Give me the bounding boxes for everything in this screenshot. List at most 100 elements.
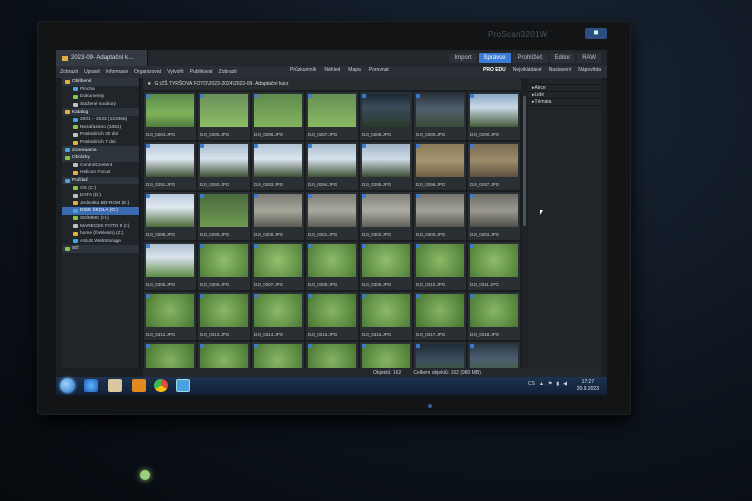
selection-checkbox[interactable] xyxy=(254,194,258,198)
flag-icon[interactable]: ⚑ xyxy=(548,381,552,387)
sidebar-item-zoneraama[interactable]: Zoneraama xyxy=(62,146,139,154)
panel-section-temata[interactable]: ▸ Témata xyxy=(528,99,601,106)
sidebar-item-stazene-soubory[interactable]: Stažené soubory xyxy=(62,101,139,109)
photo-thumbnail[interactable] xyxy=(470,294,518,327)
thumbnail-cell[interactable]: DJI_0297.JPG xyxy=(468,142,520,190)
photo-thumbnail[interactable] xyxy=(416,294,464,327)
selection-checkbox[interactable] xyxy=(416,294,420,298)
photo-thumbnail[interactable] xyxy=(470,194,518,227)
thumbnail-cell[interactable]: DJI_0317.JPG xyxy=(414,292,466,340)
selection-checkbox[interactable] xyxy=(308,244,312,248)
photo-thumbnail[interactable] xyxy=(146,194,194,227)
photo-thumbnail[interactable] xyxy=(308,94,356,127)
thumbnail-cell[interactable]: DJI_0292.JPG xyxy=(198,142,250,190)
app-tab[interactable]: 2023-09- Adaptační k… xyxy=(56,50,148,66)
thumbnail-cell[interactable]: DJI_0308.JPG xyxy=(306,242,358,290)
sidebar-item-helicon-focus[interactable]: Helicon Focus xyxy=(62,169,139,177)
sidebar-item-pocitac[interactable]: Počítač xyxy=(62,176,139,185)
thumbnail-cell[interactable]: DJI_0316.JPG xyxy=(360,292,412,340)
vertical-scrollbar[interactable] xyxy=(522,92,527,368)
internet-explorer-icon[interactable] xyxy=(84,379,98,392)
sidebar-item-poslednich-7-dni[interactable]: Posledních 7 dní xyxy=(62,139,139,147)
thumbnail-cell[interactable]: DJI_0304.JPG xyxy=(468,192,520,240)
menu-publikovat[interactable]: Publikovat xyxy=(190,69,213,75)
explorer-icon[interactable] xyxy=(108,379,122,392)
mode-prohlizec[interactable]: Prohlížeč xyxy=(512,53,548,63)
sidebar-item-sd-mmc-h[interactable]: SD/MMC (H:) xyxy=(62,215,139,223)
photo-thumbnail[interactable] xyxy=(254,244,302,277)
selection-checkbox[interactable] xyxy=(308,294,312,298)
sidebar-item-obrazky[interactable]: Obrázky xyxy=(62,153,139,162)
thumbnail-cell[interactable]: DJI_0301.JPG xyxy=(306,192,358,240)
selection-checkbox[interactable] xyxy=(200,294,204,298)
photo-thumbnail[interactable] xyxy=(416,244,464,277)
thumbnail-cell[interactable]: DJI_0305.JPG xyxy=(144,242,196,290)
photo-thumbnail[interactable] xyxy=(146,244,194,277)
thumbnail-cell[interactable]: DJI_0313.JPG xyxy=(198,292,250,340)
selection-checkbox[interactable] xyxy=(146,144,150,148)
media-player-icon[interactable] xyxy=(132,379,146,392)
sidebar-item-2001-2023-123366[interactable]: 2001 – 2023 (123366) xyxy=(62,116,139,124)
thumbnail-cell[interactable]: DJI_0306.JPG xyxy=(198,242,250,290)
thumbnail-cell[interactable]: DJI_0289.JPG xyxy=(414,92,466,140)
photo-thumbnail[interactable] xyxy=(362,294,410,327)
photo-thumbnail[interactable] xyxy=(308,294,356,327)
thumbnail-cell[interactable]: DJI_0310.JPG xyxy=(414,242,466,290)
selection-checkbox[interactable] xyxy=(146,194,150,198)
sidebar-item-home-velesin-z[interactable]: home (\\Velesin) (Z:) xyxy=(62,230,139,238)
sidebar-item-os-c[interactable]: OS (C:) xyxy=(62,184,139,192)
selection-checkbox[interactable] xyxy=(416,144,420,148)
photo-thumbnail[interactable] xyxy=(200,294,248,327)
thumbnail-cell[interactable]: DJI_0315.JPG xyxy=(306,292,358,340)
selection-checkbox[interactable] xyxy=(470,244,474,248)
selection-checkbox[interactable] xyxy=(200,94,204,98)
sidebar-item-marecek-foto-8-i[interactable]: MARECEK FOTO 8 (I:) xyxy=(62,222,139,230)
photo-thumbnail[interactable] xyxy=(200,144,248,177)
photo-thumbnail[interactable] xyxy=(470,94,518,127)
thumbnail-cell[interactable]: DJI_0285.JPG xyxy=(198,92,250,140)
sidebar-item-nezarazeno-1061[interactable]: Nezařazeno (1061) xyxy=(62,124,139,132)
path-bar[interactable]: ★ G:\ZŠ TYRŠOVA FOTO\2023-2024\2023-09- … xyxy=(143,78,521,90)
selection-checkbox[interactable] xyxy=(416,344,420,348)
selection-checkbox[interactable] xyxy=(362,144,366,148)
selection-checkbox[interactable] xyxy=(362,94,366,98)
photo-thumbnail[interactable] xyxy=(470,244,518,277)
thumbnail-cell[interactable]: DJI_0288.JPG xyxy=(360,92,412,140)
clock[interactable]: 17:27 20.9.2023 xyxy=(577,379,599,392)
selection-checkbox[interactable] xyxy=(308,344,312,348)
thumbnail-cell[interactable]: DJI_0302.JPG xyxy=(360,192,412,240)
selection-checkbox[interactable] xyxy=(200,344,204,348)
tool-porovnat[interactable]: Porovnat xyxy=(369,67,389,73)
mode-editor[interactable]: Editor xyxy=(549,53,576,63)
photo-thumbnail[interactable] xyxy=(308,244,356,277)
selection-checkbox[interactable] xyxy=(146,344,150,348)
selection-checkbox[interactable] xyxy=(254,344,258,348)
photo-thumbnail[interactable] xyxy=(308,144,356,177)
photo-thumbnail[interactable] xyxy=(362,244,410,277)
selection-checkbox[interactable] xyxy=(416,94,420,98)
start-button[interactable] xyxy=(60,378,75,393)
sidebar-item-controlcenter4[interactable]: ControlCenter4 xyxy=(62,162,139,170)
photo-thumbnail[interactable] xyxy=(200,94,248,127)
selection-checkbox[interactable] xyxy=(416,244,420,248)
toolbar-pro-edu[interactable]: PRO EDU xyxy=(483,67,506,73)
sidebar-item-poslednich-30-dni[interactable]: Posledních 30 dní xyxy=(62,131,139,139)
mode-spravce[interactable]: Správce xyxy=(478,53,511,63)
menu-vytvorit[interactable]: Vytvořit xyxy=(167,69,183,75)
photo-thumbnail[interactable] xyxy=(254,144,302,177)
selection-checkbox[interactable] xyxy=(200,244,204,248)
panel-section-akce[interactable]: ▸ Akce xyxy=(528,85,601,92)
photo-thumbnail[interactable] xyxy=(146,294,194,327)
toolbar-nejvikladane[interactable]: Nejvíkládané xyxy=(513,67,542,73)
photo-thumbnail[interactable] xyxy=(146,144,194,177)
photo-thumbnail[interactable] xyxy=(362,94,410,127)
zoner-icon[interactable] xyxy=(176,379,190,392)
sidebar-item-oblibene[interactable]: Oblíbené xyxy=(62,78,139,86)
selection-checkbox[interactable] xyxy=(362,344,366,348)
menu-zobrazit[interactable]: Zobrazit xyxy=(60,69,78,75)
photo-thumbnail[interactable] xyxy=(362,194,410,227)
photo-thumbnail[interactable] xyxy=(362,144,410,177)
selection-checkbox[interactable] xyxy=(416,194,420,198)
photo-thumbnail[interactable] xyxy=(416,194,464,227)
selection-checkbox[interactable] xyxy=(254,294,258,298)
